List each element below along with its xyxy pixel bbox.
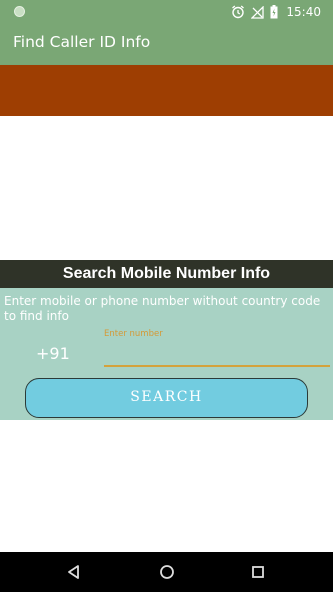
number-field: Enter number [104,329,330,369]
number-field-label: Enter number [104,329,163,339]
number-input[interactable] [104,341,330,367]
signal-off-icon [251,5,265,19]
home-icon [160,565,174,579]
navigation-bar [0,552,333,592]
top-banner [0,65,333,116]
battery-charging-icon [270,5,278,19]
search-section-title: Search Mobile Number Info [62,265,271,282]
country-code: +91 [36,344,70,363]
status-time: 15:40 [286,5,321,19]
recents-icon [252,566,264,578]
search-section-header: Search Mobile Number Info [0,260,333,288]
home-button[interactable] [157,562,177,582]
status-bar: 15:40 [0,0,333,24]
app-title: Find Caller ID Info [13,33,151,51]
status-icons: 15:40 [231,4,321,20]
recents-button[interactable] [248,562,268,582]
alarm-icon [232,5,245,19]
back-button[interactable] [64,562,84,582]
search-button[interactable]: SEARCH [25,378,308,418]
app-bar: Find Caller ID Info [0,24,333,65]
back-icon [68,565,79,579]
blank-content-area [0,116,333,260]
search-instruction: Enter mobile or phone number without cou… [4,294,321,323]
notification-icon [14,6,25,17]
search-panel: Enter mobile or phone number without cou… [0,288,333,420]
